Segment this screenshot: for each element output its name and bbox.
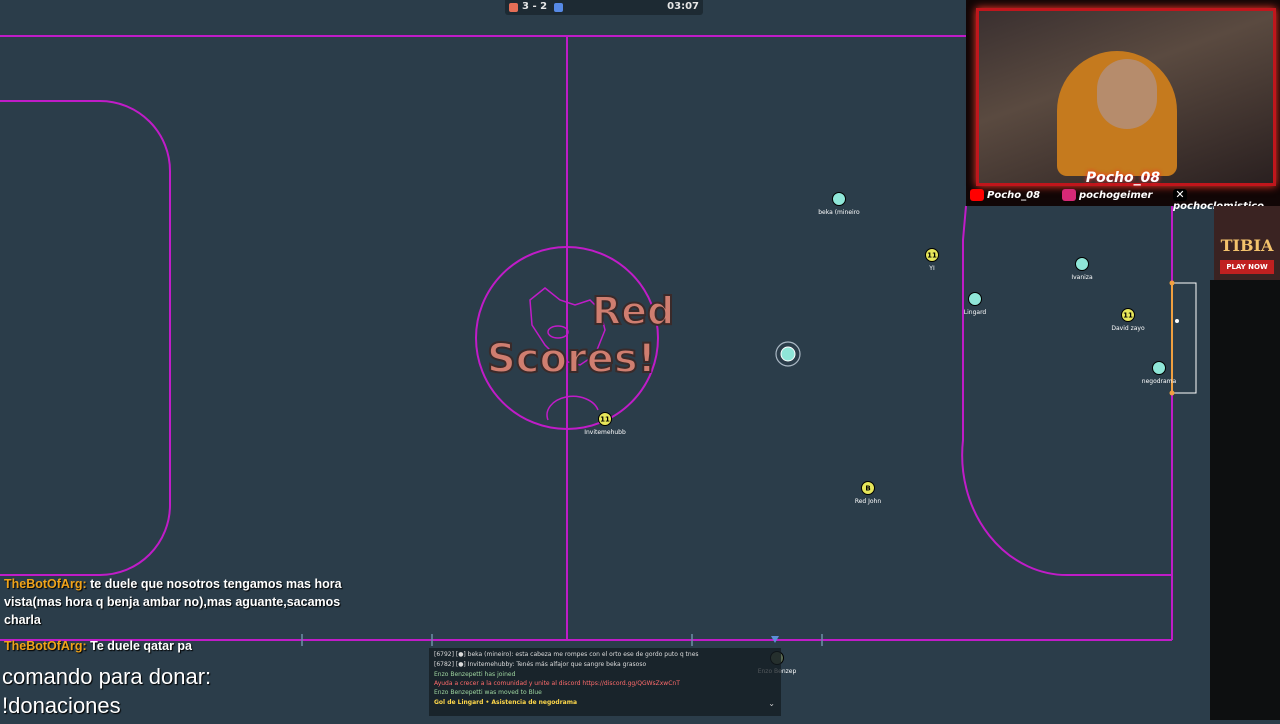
webcam-feed (976, 8, 1276, 186)
player-david-zayo: 11 David zayo (1111, 308, 1145, 332)
log-line: Enzo Benzepetti was moved to Blue (434, 689, 542, 696)
player-name: negodrama (1142, 378, 1177, 385)
donate-line2: !donaciones (2, 693, 121, 718)
black-sidebar (1210, 280, 1280, 720)
youtube-icon (970, 189, 984, 201)
right-goal (1171, 282, 1197, 394)
donate-line1: comando para donar: (2, 664, 212, 689)
log-line: Ayuda a crecer a la comunidad y unite al… (434, 680, 680, 687)
goal-post (1169, 280, 1175, 286)
score: 3 - 2 (522, 1, 548, 12)
streamer-name: Pocho_08 (1085, 170, 1161, 186)
right-penalty-area (961, 205, 1172, 577)
player-ivaniza: Ivaniza (1071, 257, 1093, 281)
blue-team-marker (554, 3, 563, 12)
player-disc (1152, 361, 1166, 375)
goal-post (1169, 390, 1175, 396)
player-lingard: Lingard (964, 292, 987, 316)
red-team-marker (509, 3, 518, 12)
social-links: Pocho_08 pochogeimer ✕pochoclomistico (966, 186, 1280, 212)
instagram-icon (1062, 189, 1076, 201)
youtube-handle: Pocho_08 (987, 190, 1041, 201)
scoreboard: 3 - 2 03:07 (505, 0, 703, 15)
player-name: David zayo (1111, 325, 1145, 332)
donation-command: comando para donar: !donaciones (2, 662, 211, 720)
play-now-button[interactable]: PLAY NOW (1220, 260, 1274, 274)
log-line: [6792] [●] beka (mineiro): esta cabeza m… (434, 651, 699, 658)
tibia-ad[interactable]: TIBIA PLAY NOW (1214, 206, 1280, 280)
player-name: Lingard (964, 309, 987, 316)
goal-dot (1175, 319, 1179, 323)
players-layer: beka (mineiro 11 YI Ivaniza Lingard 11 David z… (584, 192, 1177, 675)
instagram-handle: pochogeimer (1079, 190, 1153, 201)
ad-title: TIBIA (1220, 236, 1274, 255)
player-number: 11 (927, 252, 937, 260)
chat-username: TheBotOfArg: (4, 639, 87, 653)
x-icon: ✕ (1173, 189, 1187, 201)
player-name: Red John (855, 498, 882, 505)
left-penalty-area (0, 100, 171, 576)
player-beka-mineiro: beka (mineiro (818, 192, 860, 216)
log-line: Gol de Lingard • Asistencia de negodrama (434, 699, 578, 706)
chat-username: TheBotOfArg: (4, 577, 87, 591)
player-yi: 11 YI (925, 248, 939, 272)
streamer-figure (1057, 51, 1177, 176)
chat-text: Te duele qatar pa (90, 639, 192, 653)
player-disc (1075, 257, 1089, 271)
stream-chat-message: TheBotOfArg: Te duele qatar pa (4, 637, 374, 655)
player-number: B (865, 485, 870, 493)
stream-chat-message: TheBotOfArg: te duele que nosotros tenga… (4, 575, 374, 629)
game-stage: Red Scores! beka (mineiro 11 YI Ivaniza Ling… (0, 0, 1280, 720)
banner-line1: Red (592, 289, 674, 333)
player-name: beka (mineiro (818, 209, 860, 216)
log-line: [6782] [●] Invitemehubby: Tenés más alfa… (434, 661, 647, 668)
ball (775, 341, 801, 367)
player-number: 11 (1123, 312, 1133, 320)
player-name: Ivaniza (1071, 274, 1093, 281)
player-red-john: B Red John (855, 481, 882, 505)
webcam-overlay: Pocho_08 Pocho_08 pochogeimer ✕pochoclom… (966, 0, 1280, 212)
log-line: Enzo Benzepetti has joined (434, 671, 516, 678)
player-name: Invitemehubb (584, 429, 626, 436)
game-chat-log: [6792] [●] beka (mineiro): esta cabeza m… (429, 648, 781, 716)
chevron-down-icon[interactable]: ⌄ (768, 699, 775, 708)
player-invitemehubb: 11 Invitemehubb (584, 412, 626, 436)
player-number: 11 (600, 416, 610, 424)
match-clock: 03:07 (667, 1, 699, 12)
player-disc (832, 192, 846, 206)
banner-line2: Scores! (487, 336, 656, 382)
player-name: YI (928, 265, 935, 272)
player-disc (968, 292, 982, 306)
